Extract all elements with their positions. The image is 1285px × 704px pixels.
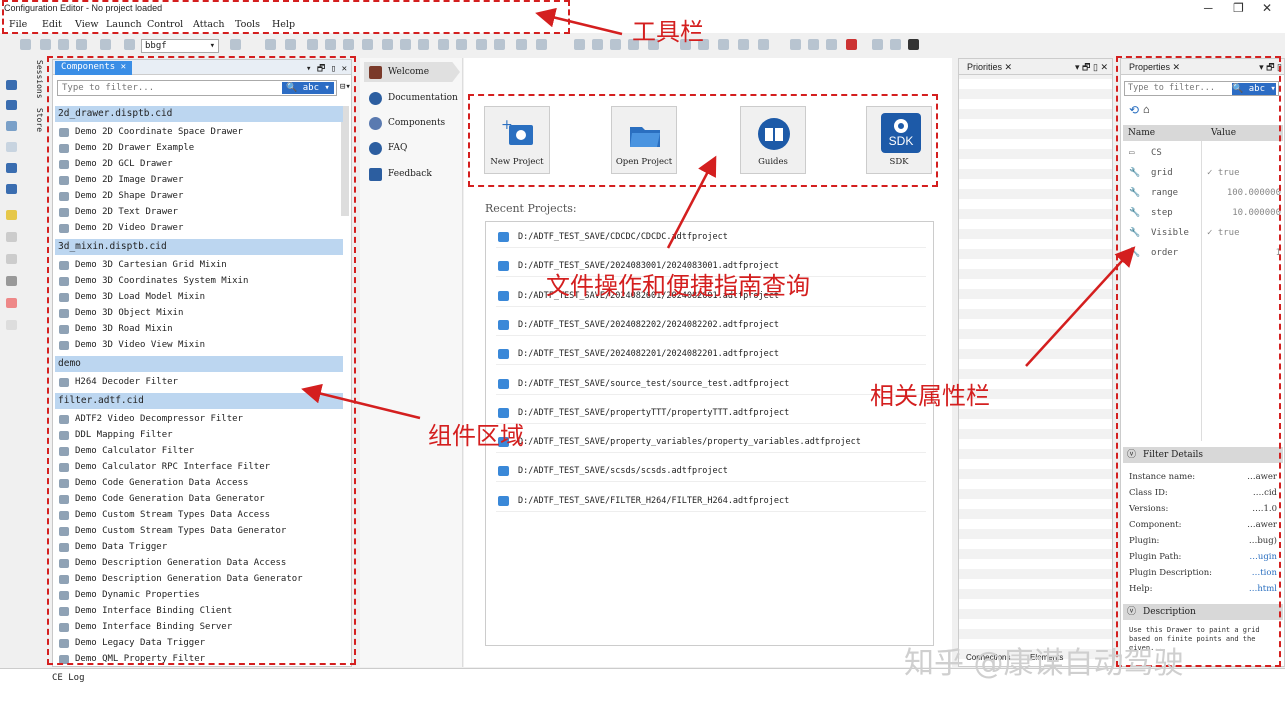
recent-project-item[interactable]: D:/ADTF_TEST_SAVE/scsds/scsds.adtfprojec…: [496, 460, 926, 483]
toolbar-tool-icon[interactable]: [718, 39, 729, 50]
annotation-box-file-ops: [468, 94, 938, 187]
nav-welcome[interactable]: Welcome: [364, 62, 460, 82]
toolbar-tool-icon[interactable]: [76, 39, 87, 50]
tool-icon[interactable]: [6, 100, 17, 110]
nav-feedback-label: Feedback: [388, 169, 432, 179]
priorities-header: Priorities ✕ ▾ 🗗 ▯ ✕: [959, 59, 1112, 75]
toolbar-tool-icon[interactable]: [516, 39, 527, 50]
toolbar-tool-icon[interactable]: [343, 39, 354, 50]
nav-components-label: Components: [388, 118, 446, 128]
tool-icon[interactable]: [6, 121, 17, 131]
annotation-toolbar: 工具栏: [632, 18, 704, 46]
tool-icon[interactable]: [6, 142, 17, 152]
tool-icon[interactable]: [6, 210, 17, 220]
recent-project-item[interactable]: D:/ADTF_TEST_SAVE/2024082202/2024082202.…: [496, 314, 926, 336]
maximize-button[interactable]: ❐: [1233, 1, 1244, 15]
toolbar-tool-icon[interactable]: [610, 39, 621, 50]
toolbar-tool-icon[interactable]: [758, 39, 769, 50]
recent-projects-title: Recent Projects:: [485, 202, 577, 215]
toolbar-combo[interactable]: bbgf ▾: [141, 39, 219, 53]
rocket-icon: [369, 117, 382, 130]
panel-controls-icon[interactable]: ▾ 🗗 ▯ ✕: [1075, 59, 1108, 75]
toolbar-tool-icon[interactable]: [826, 39, 837, 50]
toolbar-tool-icon[interactable]: [808, 39, 819, 50]
toolbar-tool-icon[interactable]: [738, 39, 749, 50]
toolbar-tool-icon[interactable]: [325, 39, 336, 50]
toolbar-tool-icon[interactable]: [230, 39, 241, 50]
nav-welcome-label: Welcome: [388, 67, 430, 77]
tool-icon[interactable]: [6, 320, 17, 330]
nav-documentation-label: Documentation: [388, 93, 458, 103]
annotation-components: 组件区域: [428, 422, 524, 450]
toolbar-tool-icon[interactable]: [20, 39, 31, 50]
left-tool-strip: [0, 58, 22, 668]
redo-icon[interactable]: [6, 184, 17, 194]
tab-priorities[interactable]: Priorities ✕: [967, 62, 1012, 72]
copy-icon[interactable]: [6, 254, 17, 264]
toolbar-tool-icon[interactable]: [265, 39, 276, 50]
toolbar-tool-icon[interactable]: [100, 39, 111, 50]
nav-feedback[interactable]: Feedback: [364, 164, 460, 184]
gear-icon[interactable]: [908, 39, 919, 50]
toolbar-combo-value: bbgf: [145, 41, 167, 51]
toolbar-tool-icon[interactable]: [124, 39, 135, 50]
nav-documentation[interactable]: Documentation: [364, 88, 460, 108]
annotation-properties: 相关属性栏: [870, 382, 990, 410]
toolbar-tool-icon[interactable]: [285, 39, 296, 50]
toolbar-tool-icon[interactable]: [592, 39, 603, 50]
toolbar-tool-icon[interactable]: [382, 39, 393, 50]
toolbar-tool-icon[interactable]: [362, 39, 373, 50]
nav-faq-label: FAQ: [388, 143, 408, 153]
tab-store[interactable]: Store: [30, 108, 44, 188]
delete-icon[interactable]: [6, 298, 17, 308]
toolbar-tool-icon[interactable]: [40, 39, 51, 50]
undo-icon[interactable]: [6, 163, 17, 173]
toolbar-tool-icon[interactable]: [400, 39, 411, 50]
annotation-box-components: [47, 56, 356, 665]
feedback-icon: [369, 168, 382, 181]
paste-icon[interactable]: [6, 276, 17, 286]
close-button[interactable]: ✕: [1262, 1, 1272, 15]
recent-project-item[interactable]: D:/ADTF_TEST_SAVE/propertyTTT/propertyTT…: [496, 402, 926, 424]
watermark: 知乎 @康谋自动驾驶: [904, 646, 1184, 681]
tab-priorities-label: Priorities: [967, 62, 1003, 72]
toolbar-tool-icon[interactable]: [574, 39, 585, 50]
recent-project-item[interactable]: D:/ADTF_TEST_SAVE/property_variables/pro…: [496, 431, 926, 454]
annotation-box-toolbar: [2, 0, 570, 34]
annotation-file-ops: 文件操作和便捷指南查询: [546, 272, 810, 300]
chevron-down-icon: ▾: [209, 41, 215, 51]
toolbar-tool-icon[interactable]: [494, 39, 505, 50]
question-icon: [369, 142, 382, 155]
recent-project-item[interactable]: D:/ADTF_TEST_SAVE/FILTER_H264/FILTER_H26…: [496, 490, 926, 512]
cut-icon[interactable]: [6, 232, 17, 242]
toolbar-tool-icon[interactable]: [476, 39, 487, 50]
tab-ce-log[interactable]: CE Log: [52, 673, 85, 683]
welcome-nav: Welcome Documentation Components FAQ Fee…: [360, 58, 463, 667]
home-icon: [369, 66, 382, 79]
toolbar-tool-icon[interactable]: [456, 39, 467, 50]
toolbar-tool-icon[interactable]: [890, 39, 901, 50]
nav-faq[interactable]: FAQ: [364, 138, 460, 158]
toolbar-tool-icon[interactable]: [846, 39, 857, 50]
minimize-button[interactable]: ─: [1204, 1, 1213, 15]
toolbar-tool-icon[interactable]: [58, 39, 69, 50]
toolbar-tool-icon[interactable]: [438, 39, 449, 50]
tool-icon[interactable]: [6, 80, 17, 90]
recent-project-item[interactable]: D:/ADTF_TEST_SAVE/CDCDC/CDCDC.adtfprojec…: [496, 226, 926, 248]
annotation-box-properties: [1116, 56, 1281, 667]
toolbar-tool-icon[interactable]: [790, 39, 801, 50]
recent-project-item[interactable]: D:/ADTF_TEST_SAVE/source_test/source_tes…: [496, 373, 926, 395]
toolbar-tool-icon[interactable]: [307, 39, 318, 50]
toolbar-tool-icon[interactable]: [418, 39, 429, 50]
priorities-panel: Priorities ✕ ▾ 🗗 ▯ ✕: [958, 58, 1113, 667]
toolbar-tool-icon[interactable]: [536, 39, 547, 50]
toolbar-tool-icon[interactable]: [872, 39, 883, 50]
nav-components[interactable]: Components: [364, 113, 460, 133]
book-icon: [369, 92, 382, 105]
recent-project-item[interactable]: D:/ADTF_TEST_SAVE/2024082201/2024082201.…: [496, 343, 926, 366]
